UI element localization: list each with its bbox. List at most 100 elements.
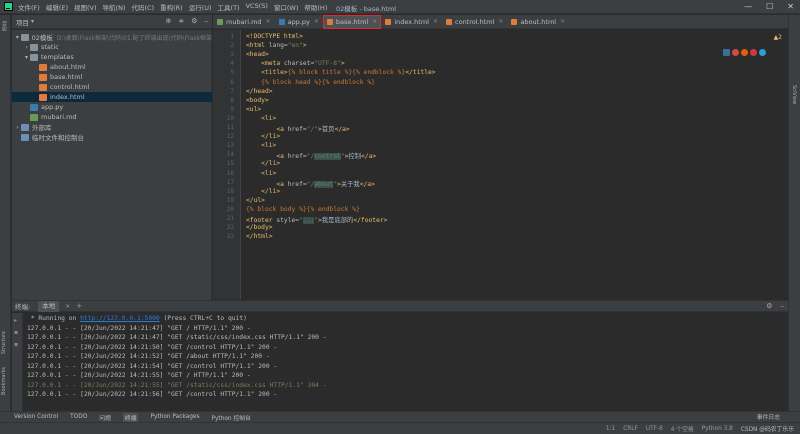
code-token: ...: [302, 217, 315, 224]
event-log-button[interactable]: 事件日志: [757, 412, 780, 421]
menu-item[interactable]: 运行(U): [189, 2, 212, 12]
chevron-right-icon[interactable]: ›: [23, 44, 30, 51]
tab-control-html[interactable]: control.html ×: [442, 15, 507, 29]
tree-file[interactable]: about.html: [12, 62, 212, 72]
edge-icon[interactable]: [759, 49, 766, 56]
tab-app-py[interactable]: app.py ×: [275, 15, 323, 29]
sciview-stripe-button[interactable]: SciView: [791, 85, 797, 104]
code-token: <meta: [246, 60, 284, 68]
toolwindow-button[interactable]: 终端: [122, 412, 139, 422]
hide-icon[interactable]: –: [781, 302, 785, 310]
code-token: about: [314, 180, 334, 188]
status-item[interactable]: CRLF: [623, 426, 638, 432]
gear-icon[interactable]: ⚙: [191, 17, 197, 25]
locate-icon[interactable]: ⊕: [165, 17, 171, 25]
close-icon[interactable]: ×: [560, 18, 565, 25]
tree-folder[interactable]: ▾ templates: [12, 52, 212, 62]
code-line: </li>: [246, 160, 280, 167]
tree-file[interactable]: 临时文件和控制台: [12, 132, 212, 142]
close-tab-icon[interactable]: ×: [65, 303, 70, 310]
close-icon[interactable]: ×: [266, 18, 271, 25]
status-item[interactable]: Python 3.8: [702, 426, 733, 432]
scroll-icon[interactable]: ▪: [14, 341, 18, 348]
tree-file[interactable]: control.html: [12, 82, 212, 92]
code-line: </li>: [246, 188, 280, 195]
running-prefix: * Running on: [27, 315, 81, 322]
firefox-icon[interactable]: [741, 49, 748, 56]
collapse-icon[interactable]: ≑: [178, 17, 184, 25]
status-item[interactable]: UTF-8: [646, 426, 663, 432]
menu-item[interactable]: 导航(N): [103, 2, 126, 12]
chrome-icon[interactable]: [732, 49, 739, 56]
settings-icon[interactable]: ▸: [14, 317, 17, 324]
toolwindow-button[interactable]: TODO: [70, 414, 87, 420]
running-suffix: (Press CTRL+C to quit): [159, 315, 247, 322]
terminal-tab-local[interactable]: 本地: [38, 300, 60, 312]
status-item[interactable]: 4 个空格: [671, 424, 694, 433]
code-token: <li>: [246, 114, 277, 122]
html-icon: [39, 63, 47, 71]
project-panel-header: 项目 ▾ ⊕ ≑ ⚙ –: [12, 15, 212, 29]
menu-item[interactable]: 帮助(H): [304, 2, 327, 12]
menu-item[interactable]: 代码(C): [131, 2, 154, 12]
menu-item[interactable]: VCS(S): [246, 2, 268, 12]
tool-window-bar: Version Control TODO 问题 终端 Python Packages Py…: [0, 411, 800, 422]
code-editor[interactable]: ▲2 <!DOCTYPE html> <html lang="en"> <head>…: [242, 30, 788, 299]
code-token: <!DOCTYPE html>: [246, 33, 303, 40]
menu-item[interactable]: 视图(V): [74, 2, 97, 12]
code-token: 首页: [321, 126, 335, 133]
project-stripe-button[interactable]: 项目: [1, 21, 8, 31]
server-url-link[interactable]: http://127.0.0.1:5000: [80, 315, 160, 322]
tab-about-html[interactable]: about.html ×: [507, 15, 569, 29]
tree-file[interactable]: app.py: [12, 102, 212, 112]
tree-folder[interactable]: ▾ 02模板 D:\桌面\Flask框架\代码\01.配了终端出现\代码\Flask…: [12, 32, 212, 42]
menu-item[interactable]: 重构(R): [160, 2, 183, 12]
structure-stripe-button[interactable]: Structure: [1, 331, 7, 354]
tree-folder[interactable]: › static: [12, 42, 212, 52]
code-token: <html: [246, 42, 269, 50]
lib-icon: [21, 123, 29, 131]
add-terminal-icon[interactable]: +: [76, 302, 82, 310]
chevron-right-icon[interactable]: ›: [14, 124, 21, 131]
toolwindow-button[interactable]: Python 控制台: [211, 413, 250, 422]
toolwindow-button[interactable]: 问题: [99, 413, 111, 422]
close-icon[interactable]: ×: [498, 18, 503, 25]
menu-item[interactable]: 文件(F): [18, 2, 40, 12]
tree-file[interactable]: base.html: [12, 72, 212, 82]
hide-icon[interactable]: –: [205, 17, 209, 25]
terminal-output[interactable]: * Running on http://127.0.0.1:5000 (Pres…: [24, 313, 788, 411]
status-item[interactable]: 1:1: [606, 426, 615, 432]
minimize-button[interactable]: —: [744, 2, 752, 11]
maximize-button[interactable]: ☐: [766, 2, 773, 11]
code-line: {% block body %}{% endblock %}: [246, 206, 360, 213]
tab-mubari-md[interactable]: mubari.md ×: [213, 15, 275, 29]
tab-base-html[interactable]: base.html ×: [322, 14, 382, 29]
toolwindow-button[interactable]: Version Control: [14, 414, 58, 420]
warning-count-badge[interactable]: ▲2: [774, 34, 782, 41]
close-icon[interactable]: ×: [314, 18, 319, 25]
split-icon[interactable]: ▪: [14, 329, 18, 336]
gear-icon[interactable]: ⚙: [766, 302, 772, 310]
toolwindow-button[interactable]: Python Packages: [150, 414, 199, 420]
chevron-down-icon[interactable]: ▾: [31, 18, 34, 25]
menu-item[interactable]: 工具(T): [218, 2, 240, 12]
bookmarks-stripe-button[interactable]: Bookmarks: [1, 367, 7, 395]
close-window-button[interactable]: ✕: [787, 2, 794, 11]
tree-file[interactable]: mubari.md: [12, 112, 212, 122]
menu-item[interactable]: 窗口(W): [274, 2, 299, 12]
close-icon[interactable]: ×: [433, 18, 438, 25]
pycharm-preview-icon[interactable]: [723, 49, 730, 56]
opera-icon[interactable]: [750, 49, 757, 56]
code-token: </html>: [246, 233, 273, 241]
tab-label: base.html: [335, 17, 369, 26]
chevron-down-icon[interactable]: ▾: [14, 34, 21, 41]
code-token: <li>: [246, 169, 277, 177]
menu-item[interactable]: 编辑(E): [46, 2, 68, 12]
close-icon[interactable]: ×: [372, 18, 377, 25]
code-token: </a>: [334, 126, 350, 133]
project-panel-title[interactable]: 项目: [16, 17, 29, 27]
tab-index-html[interactable]: index.html ×: [381, 15, 442, 29]
chevron-down-icon[interactable]: ▾: [23, 54, 30, 61]
tree-file[interactable]: index.html: [12, 92, 212, 102]
tree-file[interactable]: › 外部库: [12, 122, 212, 132]
